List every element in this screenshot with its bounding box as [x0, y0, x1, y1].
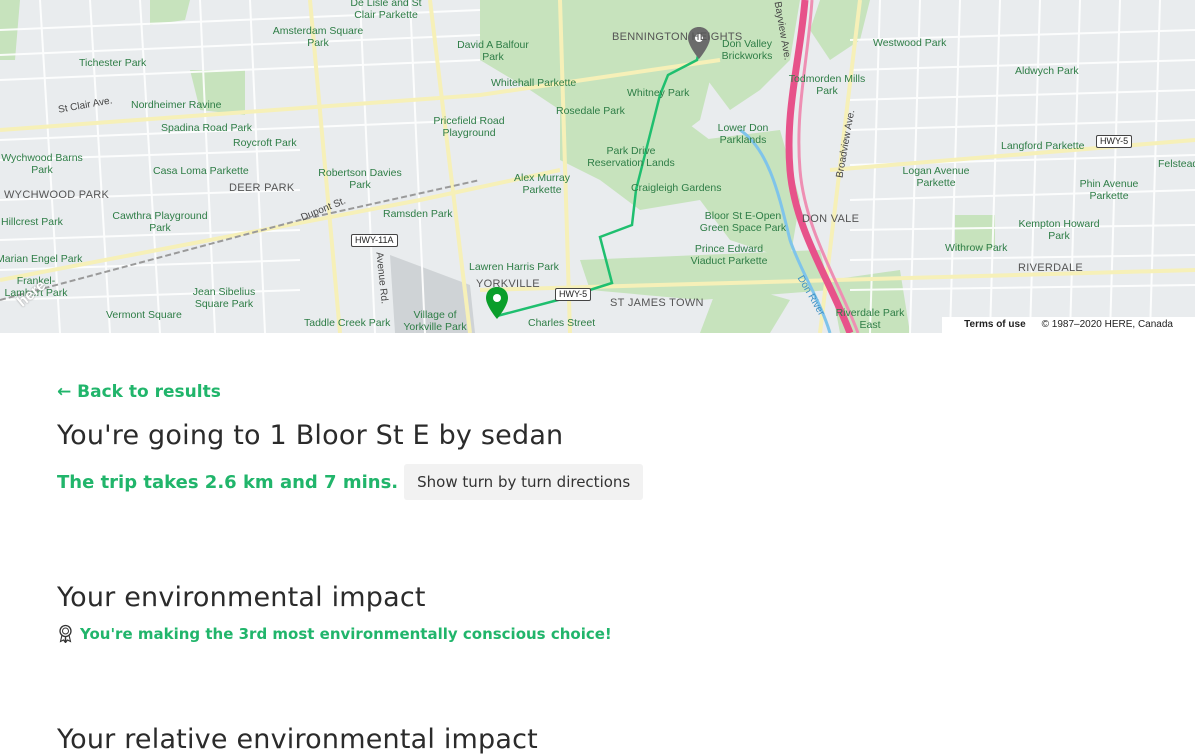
highway-shield: HWY-5 — [555, 288, 592, 301]
map-label-park: Marian Engel Park — [0, 253, 83, 265]
map-label-park: Roycroft Park — [233, 137, 297, 149]
relative-impact-heading: Your relative environmental impact — [57, 724, 538, 755]
highway-shield: HWY-5 — [1096, 135, 1133, 148]
route-map[interactable]: BENNINGTON HEIGHTS WYCHWOOD PARK DEER PA… — [0, 0, 1195, 333]
copyright-text: © 1987–2020 HERE, Canada — [1041, 319, 1173, 330]
map-label-park: Jean Sibelius Square Park — [192, 286, 256, 310]
map-label-park: Craigleigh Gardens — [631, 182, 722, 194]
trip-summary: The trip takes 2.6 km and 7 mins. — [57, 471, 399, 493]
map-label-park: Felstead — [1158, 158, 1195, 170]
map-label-park: Bloor St E-Open Green Space Park — [699, 210, 787, 234]
highway-shield: HWY-11A — [351, 234, 398, 247]
map-label-area: DEER PARK — [229, 182, 295, 194]
map-label-park: Westwood Park — [873, 37, 947, 49]
map-label-park: Wychwood Barns Park — [1, 152, 83, 176]
map-label-park: Taddle Creek Park — [304, 317, 391, 329]
map-label-park: Todmorden Mills Park — [788, 73, 866, 97]
map-label-park: Ramsden Park — [383, 208, 453, 220]
map-label-park: Pricefield Road Playground — [433, 115, 505, 139]
map-label-park: Lower Don Parklands — [717, 122, 769, 146]
map-label-park: Langford Parkette — [1001, 140, 1085, 152]
map-label-park: Vermont Square — [106, 309, 182, 321]
map-label-area: DON VALE — [802, 213, 860, 225]
map-label-park: Whitehall Parkette — [491, 77, 577, 89]
map-label-park: Charles Street — [528, 317, 596, 329]
turn-by-turn-button[interactable]: Show turn by turn directions — [404, 464, 644, 500]
map-label-park: Kempton Howard Park — [1018, 218, 1100, 242]
map-label-park: Logan Avenue Parkette — [902, 165, 970, 189]
impact-message: You're making the 3rd most environmental… — [80, 624, 612, 643]
map-label-park: Park Drive Reservation Lands — [587, 145, 675, 169]
map-label-park: Phin Avenue Parkette — [1079, 178, 1139, 202]
origin-pin-icon[interactable] — [484, 286, 510, 320]
map-label-park: Cawthra Playground Park — [112, 210, 208, 234]
map-label-park: Robertson Davies Park — [318, 167, 402, 191]
map-label-park: Spadina Road Park — [161, 122, 253, 134]
map-label-park: Nordheimer Ravine — [131, 99, 222, 111]
map-attribution: Terms of use © 1987–2020 HERE, Canada — [942, 317, 1195, 333]
map-label-park: Aldwych Park — [1015, 65, 1079, 77]
map-label-park: Prince Edward Viaduct Parkette — [690, 243, 768, 267]
map-label-park: Hillcrest Park — [1, 216, 63, 228]
map-label-park: Don Valley Brickworks — [721, 38, 773, 62]
medal-icon — [59, 624, 72, 643]
map-label-park: Alex Murray Parkette — [513, 172, 570, 196]
map-label-park: David A Balfour Park — [457, 39, 529, 63]
map-label-area: WYCHWOOD PARK — [4, 189, 110, 201]
map-label-area: RIVERDALE — [1018, 262, 1084, 274]
map-label-park: Tichester Park — [79, 57, 147, 69]
destination-heading: You're going to 1 Bloor St E by sedan — [57, 420, 564, 451]
map-label-park: Whitney Park — [627, 87, 690, 99]
map-label-park: Casa Loma Parkette — [153, 165, 249, 177]
map-label-area: YORKVILLE — [476, 278, 540, 290]
map-label-park: Amsterdam Square Park — [272, 25, 364, 49]
map-label-park: Lawren Harris Park — [469, 261, 559, 273]
map-label-park: Rosedale Park — [556, 105, 625, 117]
back-to-results-link[interactable]: ← Back to results — [57, 382, 221, 402]
impact-heading: Your environmental impact — [57, 582, 426, 613]
map-label-park: De Lisle and St Clair Parkette — [350, 0, 422, 21]
map-label-park: Village of Yorkville Park — [403, 309, 467, 333]
terms-of-use-link[interactable]: Terms of use — [964, 317, 1026, 333]
trip-summary-row: The trip takes 2.6 km and 7 mins. Show t… — [57, 464, 644, 500]
impact-message-row: You're making the 3rd most environmental… — [57, 624, 612, 643]
map-label-park: Riverdale Park East — [835, 307, 905, 331]
map-label-area: ST JAMES TOWN — [610, 297, 704, 309]
map-label-park: Withrow Park — [945, 242, 1008, 254]
